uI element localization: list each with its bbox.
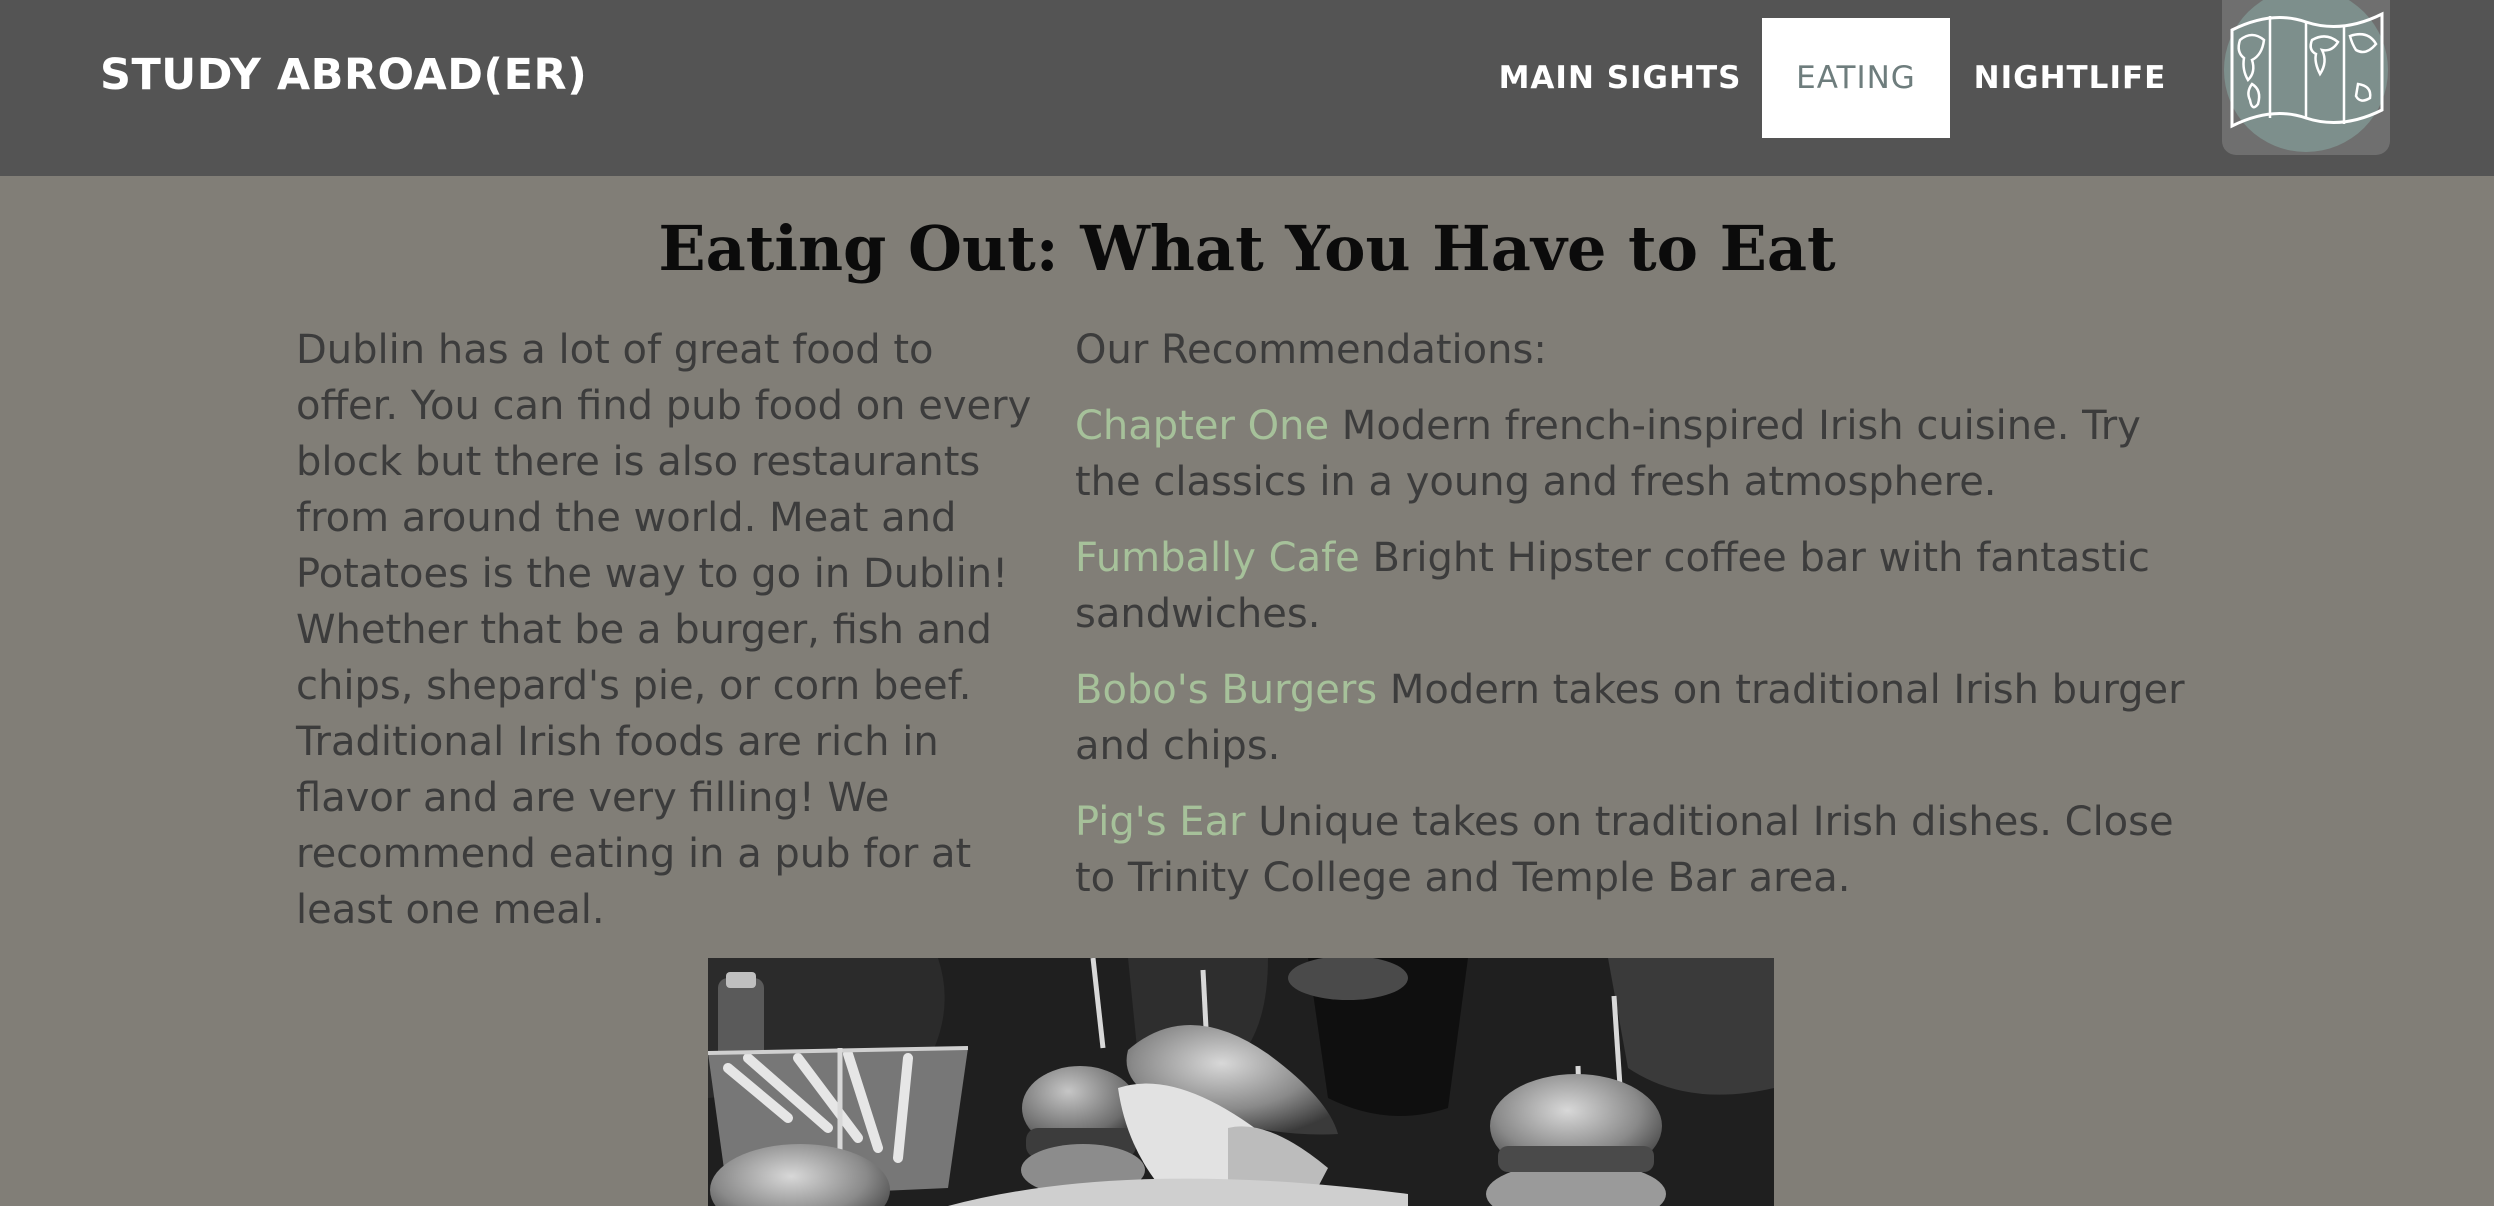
page-title: Eating Out: What You Have to Eat bbox=[658, 212, 1836, 285]
recommendation-item: Pig's Ear Unique takes on traditional Ir… bbox=[1075, 794, 2195, 906]
burgers-photo bbox=[708, 958, 1774, 1206]
world-map-icon[interactable] bbox=[2222, 0, 2390, 155]
nav-main-sights[interactable]: MAIN SIGHTS bbox=[1499, 18, 1741, 138]
intro-paragraph: Dublin has a lot of great food to offer.… bbox=[296, 327, 1032, 933]
site-header: STUDY ABROAD(ER) MAIN SIGHTS EATING NIGH… bbox=[0, 0, 2494, 176]
site-brand[interactable]: STUDY ABROAD(ER) bbox=[100, 50, 587, 100]
recommendation-item: Bobo's Burgers Modern takes on tradition… bbox=[1075, 662, 2195, 774]
recommendations-heading: Our Recommendations: bbox=[1075, 327, 1547, 373]
nav-eating[interactable]: EATING bbox=[1762, 18, 1950, 138]
recommendation-link-pigs-ear[interactable]: Pig's Ear bbox=[1075, 799, 1246, 845]
nav-nightlife[interactable]: NIGHTLIFE bbox=[1972, 18, 2168, 138]
recommendation-link-fumbally-cafe[interactable]: Fumbally Cafe bbox=[1075, 535, 1360, 581]
recommendation-link-chapter-one[interactable]: Chapter One bbox=[1075, 403, 1329, 449]
recommendation-item: Fumbally Cafe Bright Hipster coffee bar … bbox=[1075, 530, 2195, 642]
recommendations-section: Our Recommendations: Chapter One Modern … bbox=[1075, 322, 2195, 926]
recommendation-link-bobos-burgers[interactable]: Bobo's Burgers bbox=[1075, 667, 1377, 713]
recommendation-item: Chapter One Modern french-inspired Irish… bbox=[1075, 398, 2195, 510]
